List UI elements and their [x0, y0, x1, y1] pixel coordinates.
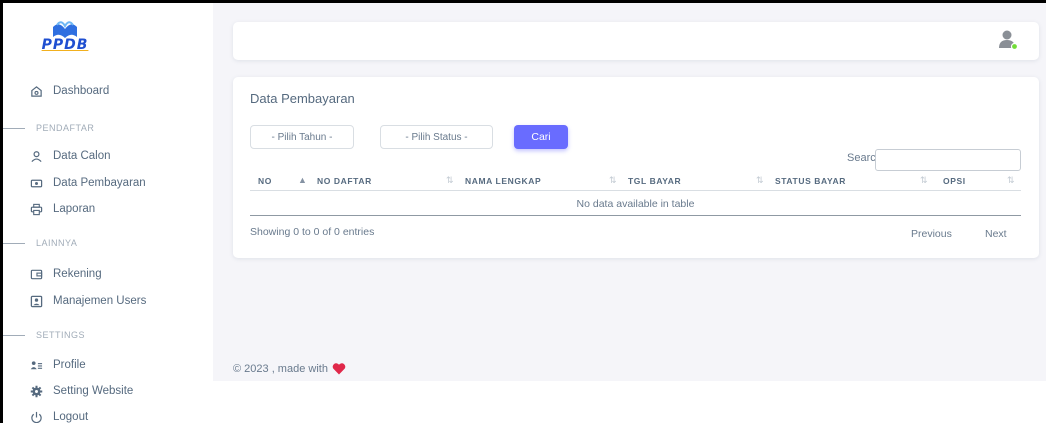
- section-header-settings: SETTINGS: [3, 328, 85, 342]
- sidebar-item-dashboard[interactable]: Dashboard: [29, 82, 109, 100]
- user-avatar-icon: [999, 30, 1019, 51]
- user-card-icon: [29, 294, 43, 308]
- column-header-no[interactable]: NO: [258, 176, 272, 186]
- sidebar-item-data-calon[interactable]: Data Calon: [29, 147, 111, 165]
- sidebar-item-label: Data Calon: [53, 150, 111, 162]
- logo-text: PPDB: [41, 37, 89, 53]
- column-header-opsi[interactable]: OPSI: [943, 176, 966, 186]
- year-select[interactable]: - Pilih Tahun -: [250, 125, 354, 149]
- column-header-tgl-bayar[interactable]: TGL BAYAR: [628, 176, 681, 186]
- table-empty-row: No data available in table: [250, 192, 1021, 216]
- footer-text: © 2023 , made with: [233, 363, 328, 375]
- previous-button[interactable]: Previous: [911, 228, 952, 240]
- avatar[interactable]: [997, 29, 1019, 51]
- sidebar-item-label: Manajemen Users: [53, 295, 147, 307]
- money-icon: [29, 176, 43, 190]
- top-navbar: [233, 22, 1039, 60]
- sidebar-item-logout[interactable]: Logout: [29, 408, 88, 423]
- table-header: NO ▲ NO DAFTAR ⇅ NAMA LENGKAP ⇅ TGL BAYA…: [250, 173, 1021, 191]
- sidebar-item-rekening[interactable]: Rekening: [29, 265, 102, 283]
- gear-icon: [29, 384, 43, 398]
- user-icon: [29, 149, 43, 163]
- column-header-nama-lengkap[interactable]: NAMA LENGKAP: [465, 176, 541, 186]
- search-button[interactable]: Cari: [514, 125, 568, 149]
- search-input[interactable]: [875, 149, 1021, 171]
- printer-icon: [29, 202, 43, 216]
- sort-icon[interactable]: ⇅: [446, 175, 454, 186]
- app-window: PPDB Dashboard PENDAFTAR Data Calon Data…: [0, 0, 1046, 423]
- sort-icon[interactable]: ⇅: [920, 175, 928, 186]
- heart-icon: [332, 363, 346, 375]
- sidebar: PPDB Dashboard PENDAFTAR Data Calon Data…: [3, 3, 213, 423]
- payment-data-card: Data Pembayaran - Pilih Tahun - - Pilih …: [233, 77, 1039, 258]
- column-header-no-daftar[interactable]: NO DAFTAR: [317, 176, 372, 186]
- sort-icon[interactable]: ⇅: [1007, 175, 1015, 186]
- next-button[interactable]: Next: [985, 228, 1007, 240]
- home-icon: [29, 84, 43, 98]
- sidebar-item-data-pembayaran[interactable]: Data Pembayaran: [29, 174, 146, 192]
- sidebar-item-label: Rekening: [53, 268, 102, 280]
- sidebar-item-label: Setting Website: [53, 385, 134, 397]
- power-icon: [29, 410, 43, 423]
- sidebar-item-label: Dashboard: [53, 85, 110, 97]
- sidebar-item-laporan[interactable]: Laporan: [29, 200, 95, 218]
- sidebar-item-profile[interactable]: Profile: [29, 356, 86, 374]
- table-info: Showing 0 to 0 of 0 entries: [250, 226, 375, 238]
- page-title: Data Pembayaran: [250, 91, 355, 106]
- section-header-lainnya: LAINNYA: [3, 236, 77, 250]
- sidebar-item-setting-website[interactable]: Setting Website: [29, 382, 133, 400]
- profile-list-icon: [29, 358, 43, 372]
- wallet-icon: [29, 267, 43, 281]
- sidebar-item-label: Laporan: [53, 203, 96, 215]
- sort-icon[interactable]: ⇅: [609, 175, 617, 186]
- column-header-status-bayar[interactable]: STATUS BAYAR: [775, 176, 846, 186]
- sidebar-item-label: Logout: [53, 411, 89, 423]
- status-select[interactable]: - Pilih Status -: [380, 125, 493, 149]
- sort-icon[interactable]: ⇅: [756, 175, 764, 186]
- app-logo[interactable]: PPDB: [33, 19, 97, 59]
- sidebar-item-manajemen-users[interactable]: Manajemen Users: [29, 292, 146, 310]
- footer: © 2023 , made with: [233, 363, 346, 375]
- section-header-pendaftar: PENDAFTAR: [3, 121, 94, 135]
- sidebar-item-label: Profile: [53, 359, 86, 371]
- sort-asc-icon[interactable]: ▲: [298, 175, 307, 185]
- footer-band: [213, 381, 1046, 423]
- sidebar-item-label: Data Pembayaran: [53, 177, 146, 189]
